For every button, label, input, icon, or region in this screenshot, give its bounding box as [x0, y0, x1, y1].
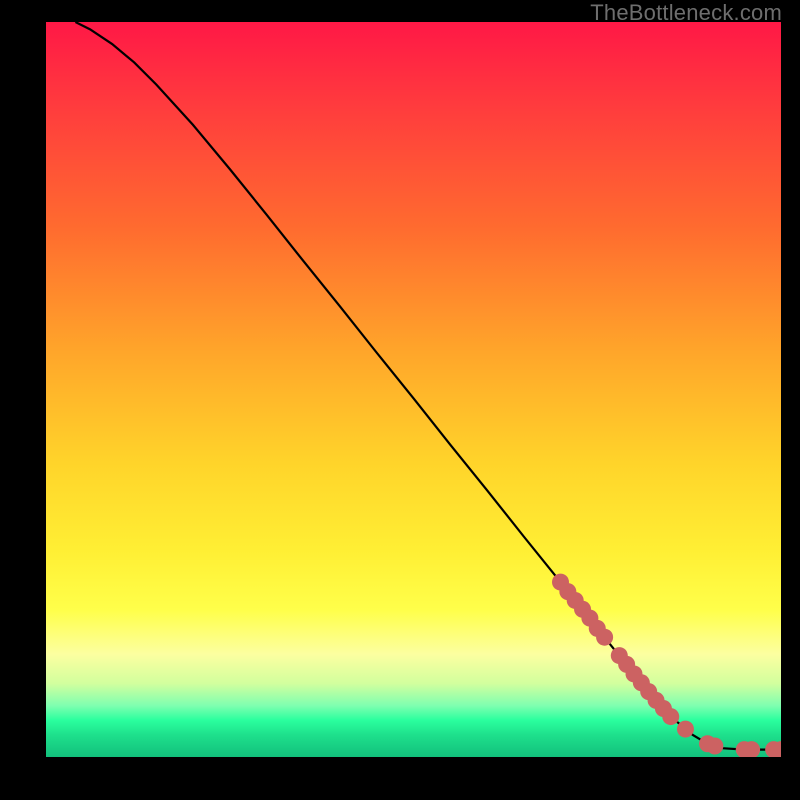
data-marker: [662, 708, 679, 725]
data-marker: [596, 629, 613, 646]
plot-area: [46, 22, 781, 757]
data-markers: [552, 574, 781, 757]
chart-svg: [46, 22, 781, 757]
data-marker: [677, 721, 694, 738]
data-marker: [706, 737, 723, 754]
chart-container: TheBottleneck.com: [0, 0, 800, 800]
bottleneck-curve: [75, 22, 781, 750]
